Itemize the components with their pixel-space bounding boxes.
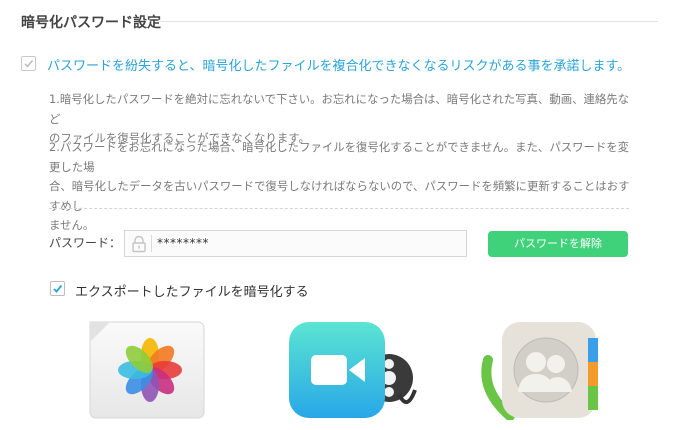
password-label: パスワード： xyxy=(49,236,122,250)
password-field[interactable]: ******** xyxy=(124,230,467,257)
note-1-line-1: 1.暗号化したパスワードを絶対に忘れないで下さい。お忘れになった場合は、暗号化さ… xyxy=(49,92,630,126)
password-value[interactable]: ******** xyxy=(157,236,209,250)
note-2-line-1: 2.パスワードをお忘れになった場合、暗号化したファイルを復号化することができませ… xyxy=(49,140,630,174)
encrypt-export-checkbox[interactable] xyxy=(50,281,65,296)
photos-icon xyxy=(89,321,205,419)
remove-password-button[interactable]: パスワードを解除 xyxy=(488,231,628,257)
section-title: 暗号化パスワード設定 xyxy=(21,15,161,31)
check-icon xyxy=(24,59,34,68)
lock-icon xyxy=(132,235,146,253)
acknowledge-text[interactable]: パスワードを紛失すると、暗号化したファイルを複合化できなくなるリスクがある事を承… xyxy=(47,55,630,74)
field-separator xyxy=(151,235,152,252)
dashed-divider xyxy=(49,208,629,209)
contacts-icon xyxy=(481,322,598,420)
title-divider xyxy=(158,21,658,22)
video-icon xyxy=(289,322,417,418)
note-2: 2.パスワードをお忘れになった場合、暗号化したファイルを復号化することができませ… xyxy=(49,138,639,236)
check-icon xyxy=(53,284,63,293)
acknowledge-checkbox[interactable] xyxy=(21,56,36,71)
encrypt-export-label[interactable]: エクスポートしたファイルを暗号化する xyxy=(75,281,309,300)
note-2-line-2: 合、暗号化したデータを古いパスワードで復号しなければならないので、パスワードを頻… xyxy=(49,179,630,213)
